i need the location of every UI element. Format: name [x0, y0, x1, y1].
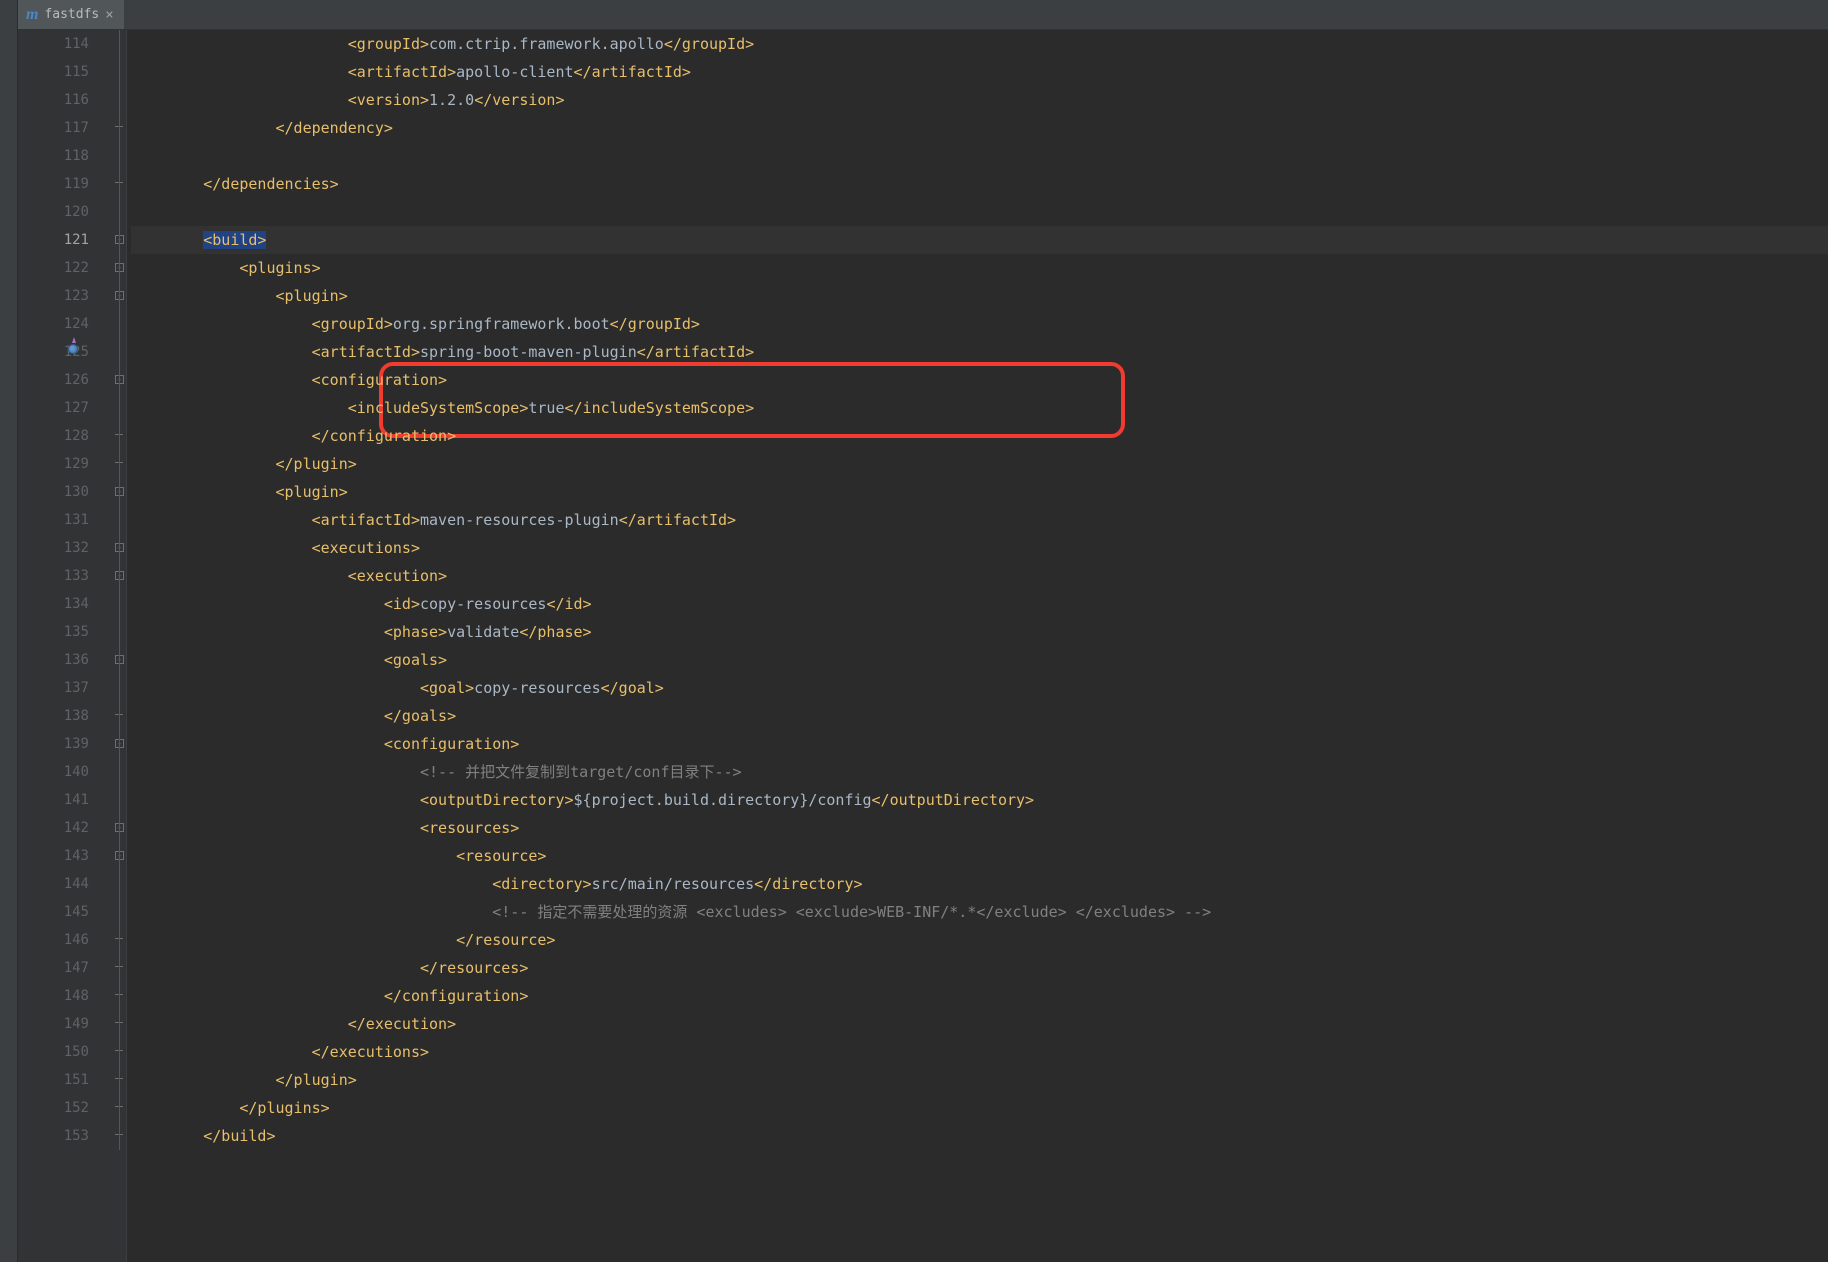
line-number[interactable]: 132	[18, 534, 89, 562]
line-number[interactable]: 134	[18, 590, 89, 618]
code-line[interactable]: </executions>	[131, 1038, 1828, 1066]
line-number[interactable]: 120	[18, 198, 89, 226]
code-line[interactable]: <artifactId>apollo-client</artifactId>	[131, 58, 1828, 86]
code-line[interactable]: <directory>src/main/resources</directory…	[131, 870, 1828, 898]
line-number[interactable]: 137	[18, 674, 89, 702]
code-line[interactable]: <artifactId>spring-boot-maven-plugin</ar…	[131, 338, 1828, 366]
editor-tab-bar: m fastdfs ×	[18, 0, 1828, 30]
code-line[interactable]: </resource>	[131, 926, 1828, 954]
line-number[interactable]: 142	[18, 814, 89, 842]
line-number[interactable]: 146	[18, 926, 89, 954]
tab-filename: fastdfs	[44, 7, 99, 22]
line-number[interactable]: 147	[18, 954, 89, 982]
line-number[interactable]: 127	[18, 394, 89, 422]
code-line[interactable]	[131, 198, 1828, 226]
tool-window-strip[interactable]	[0, 0, 18, 1262]
line-number[interactable]: 119	[18, 170, 89, 198]
code-line[interactable]: <build>	[131, 226, 1828, 254]
code-line[interactable]: <phase>validate</phase>	[131, 618, 1828, 646]
code-line[interactable]: </dependencies>	[131, 170, 1828, 198]
code-line[interactable]: <resource>	[131, 842, 1828, 870]
fold-column[interactable]: -----------	[113, 30, 127, 1262]
code-line[interactable]: <includeSystemScope>true</includeSystemS…	[131, 394, 1828, 422]
code-line[interactable]: </execution>	[131, 1010, 1828, 1038]
line-number[interactable]: 133	[18, 562, 89, 590]
maven-file-icon: m	[26, 6, 38, 24]
fold-guide-line	[119, 30, 120, 1150]
code-line[interactable]: <goal>copy-resources</goal>	[131, 674, 1828, 702]
line-number[interactable]: 139	[18, 730, 89, 758]
line-number[interactable]: 130	[18, 478, 89, 506]
editor-tab-fastdfs[interactable]: m fastdfs ×	[18, 0, 124, 29]
code-line[interactable]: <artifactId>maven-resources-plugin</arti…	[131, 506, 1828, 534]
line-number[interactable]: 114	[18, 30, 89, 58]
line-number[interactable]: 141	[18, 786, 89, 814]
line-number[interactable]: 128	[18, 422, 89, 450]
line-number[interactable]: 152	[18, 1094, 89, 1122]
line-number[interactable]: 145	[18, 898, 89, 926]
code-editor[interactable]: <groupId>com.ctrip.framework.apollo</gro…	[127, 30, 1828, 1262]
line-number[interactable]: 144	[18, 870, 89, 898]
code-line[interactable]: <executions>	[131, 534, 1828, 562]
code-line[interactable]	[131, 142, 1828, 170]
code-line[interactable]: </configuration>	[131, 422, 1828, 450]
line-number[interactable]: 138	[18, 702, 89, 730]
line-number[interactable]: 121	[18, 226, 89, 254]
line-number[interactable]: 115	[18, 58, 89, 86]
line-number[interactable]: 150	[18, 1038, 89, 1066]
line-number[interactable]: 125	[18, 338, 89, 366]
code-line[interactable]: </plugins>	[131, 1094, 1828, 1122]
code-line[interactable]: <plugin>	[131, 478, 1828, 506]
code-line[interactable]: </dependency>	[131, 114, 1828, 142]
line-number[interactable]: 140	[18, 758, 89, 786]
code-line[interactable]: <groupId>org.springframework.boot</group…	[131, 310, 1828, 338]
editor-area: 1141151161171181191201211221231241251261…	[18, 30, 1828, 1262]
code-line[interactable]: <execution>	[131, 562, 1828, 590]
code-line[interactable]: <!-- 指定不需要处理的资源 <excludes> <exclude>WEB-…	[131, 898, 1828, 926]
line-number[interactable]: 126	[18, 366, 89, 394]
line-number[interactable]: 124	[18, 310, 89, 338]
line-number[interactable]: 153	[18, 1122, 89, 1150]
code-line[interactable]: <resources>	[131, 814, 1828, 842]
line-number[interactable]: 143	[18, 842, 89, 870]
line-number[interactable]: 149	[18, 1010, 89, 1038]
override-gutter-icon[interactable]	[68, 344, 82, 358]
line-number[interactable]: 136	[18, 646, 89, 674]
code-line[interactable]: <id>copy-resources</id>	[131, 590, 1828, 618]
line-number[interactable]: 116	[18, 86, 89, 114]
code-line[interactable]: <version>1.2.0</version>	[131, 86, 1828, 114]
line-number[interactable]: 118	[18, 142, 89, 170]
close-icon[interactable]: ×	[105, 7, 113, 23]
code-line[interactable]: </configuration>	[131, 982, 1828, 1010]
line-number[interactable]: 129	[18, 450, 89, 478]
code-line[interactable]: <goals>	[131, 646, 1828, 674]
line-number[interactable]: 123	[18, 282, 89, 310]
code-line[interactable]: </plugin>	[131, 1066, 1828, 1094]
code-line[interactable]: <outputDirectory>${project.build.directo…	[131, 786, 1828, 814]
code-line[interactable]: </plugin>	[131, 450, 1828, 478]
line-number[interactable]: 122	[18, 254, 89, 282]
code-line[interactable]: <plugin>	[131, 282, 1828, 310]
line-number-gutter[interactable]: 1141151161171181191201211221231241251261…	[18, 30, 113, 1262]
code-line[interactable]: </build>	[131, 1122, 1828, 1150]
line-number[interactable]: 148	[18, 982, 89, 1010]
line-number[interactable]: 131	[18, 506, 89, 534]
code-line[interactable]: <groupId>com.ctrip.framework.apollo</gro…	[131, 30, 1828, 58]
code-line[interactable]: <plugins>	[131, 254, 1828, 282]
line-number[interactable]: 135	[18, 618, 89, 646]
code-line[interactable]: <configuration>	[131, 730, 1828, 758]
line-number[interactable]: 151	[18, 1066, 89, 1094]
code-line[interactable]: <configuration>	[131, 366, 1828, 394]
code-line[interactable]: <!-- 并把文件复制到target/conf目录下-->	[131, 758, 1828, 786]
code-line[interactable]: </resources>	[131, 954, 1828, 982]
line-number[interactable]: 117	[18, 114, 89, 142]
code-line[interactable]: </goals>	[131, 702, 1828, 730]
